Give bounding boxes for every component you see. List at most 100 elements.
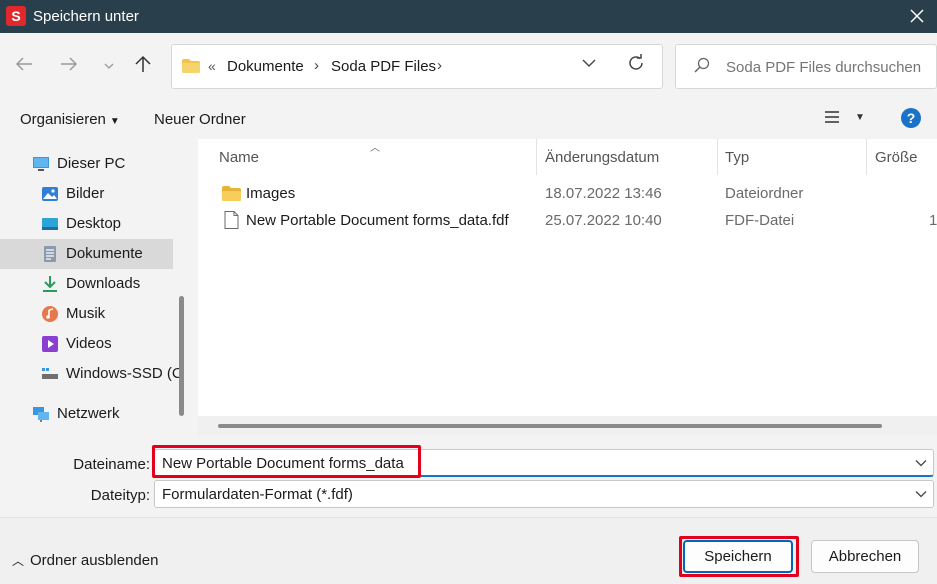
column-divider[interactable] xyxy=(866,139,867,175)
save-form: Dateiname: New Portable Document forms_d… xyxy=(0,435,937,517)
sidebar-item-label: Videos xyxy=(66,335,112,352)
file-type: Dateiordner xyxy=(725,185,804,202)
arrow-right-icon xyxy=(61,57,78,71)
title-bar: S Speichern unter xyxy=(0,0,937,33)
sort-ascending-icon: ︿ xyxy=(370,143,380,154)
sidebar-item-bilder[interactable]: Bilder xyxy=(0,179,173,209)
sidebar-item-videos[interactable]: Videos xyxy=(0,329,173,359)
view-options-button[interactable] xyxy=(824,110,840,129)
sidebar-scrollbar[interactable] xyxy=(179,296,184,416)
sidebar-item-netzwerk[interactable]: Netzwerk xyxy=(0,399,173,429)
chevron-down-icon[interactable] xyxy=(915,487,927,501)
column-divider[interactable] xyxy=(717,139,718,175)
horizontal-scrollbar[interactable] xyxy=(198,416,937,435)
address-bar[interactable]: « Dokumente › Soda PDF Files › xyxy=(171,44,663,89)
pictures-icon xyxy=(42,187,58,201)
sidebar-item-label: Windows-SSD (C xyxy=(66,365,183,382)
organize-button[interactable]: Organisieren ▼ xyxy=(20,111,120,128)
sidebar-item-desktop[interactable]: Desktop xyxy=(0,209,173,239)
search-box[interactable] xyxy=(675,44,937,89)
folder-icon xyxy=(182,59,200,73)
dialog-footer: ︿ Ordner ausblenden Speichern Abbrechen xyxy=(0,517,937,584)
sidebar-item-windows-ssd[interactable]: Windows-SSD (C xyxy=(0,359,183,389)
address-dropdown-button[interactable] xyxy=(582,56,596,71)
up-button[interactable] xyxy=(132,55,154,77)
column-header-date[interactable]: Änderungsdatum xyxy=(545,149,659,166)
close-icon xyxy=(910,9,924,23)
chevron-up-icon: ︿ xyxy=(12,554,25,568)
address-segment-soda-pdf-files[interactable]: Soda PDF Files xyxy=(331,58,436,75)
file-size: 1 xyxy=(929,212,937,229)
file-row-fdf[interactable]: New Portable Document forms_data.fdf 25.… xyxy=(198,207,937,234)
sidebar-item-dieser-pc[interactable]: Dieser PC xyxy=(0,149,173,179)
filename-highlight xyxy=(152,445,421,478)
file-date: 25.07.2022 10:40 xyxy=(545,212,662,229)
computer-icon xyxy=(33,157,49,171)
scrollbar-thumb[interactable] xyxy=(218,424,882,428)
caret-down-icon: ▼ xyxy=(109,116,120,127)
sidebar-item-musik[interactable]: Musik xyxy=(0,299,173,329)
window-title: Speichern unter xyxy=(33,8,139,25)
new-folder-button[interactable]: Neuer Ordner xyxy=(154,111,246,128)
view-options-caret[interactable]: ▼ xyxy=(855,112,865,123)
navigation-bar: « Dokumente › Soda PDF Files › xyxy=(0,33,937,100)
drive-icon xyxy=(42,368,58,379)
download-icon xyxy=(43,276,57,292)
sidebar-item-label: Desktop xyxy=(66,215,122,232)
column-header-name[interactable]: Name xyxy=(219,149,259,166)
arrow-left-icon xyxy=(15,57,32,71)
soda-pdf-logo-icon: S xyxy=(6,6,26,26)
hide-folders-label: Ordner ausblenden xyxy=(30,552,159,569)
address-separator[interactable]: › xyxy=(437,57,442,74)
chevron-down-icon[interactable] xyxy=(915,456,927,470)
sidebar-item-label: Dokumente xyxy=(66,245,143,262)
navigation-pane: Dieser PC Bilder Desktop Dokumente Downl… xyxy=(0,139,189,435)
file-list: ︿ Name Änderungsdatum Typ Größe Images 1… xyxy=(198,139,937,435)
list-view-icon xyxy=(825,111,839,123)
column-header-type[interactable]: Typ xyxy=(725,149,749,166)
help-button[interactable]: ? xyxy=(901,108,921,128)
file-date: 18.07.2022 13:46 xyxy=(545,185,662,202)
save-button[interactable]: Speichern xyxy=(683,540,793,573)
music-icon xyxy=(42,306,58,322)
sidebar-item-downloads[interactable]: Downloads xyxy=(0,269,173,299)
sidebar-item-label: Bilder xyxy=(66,185,105,202)
sidebar-item-label: Dieser PC xyxy=(57,155,126,172)
refresh-icon xyxy=(629,54,643,70)
sidebar-item-label: Musik xyxy=(66,305,106,322)
folder-icon xyxy=(222,186,241,201)
file-icon xyxy=(224,211,239,229)
sidebar-item-label: Netzwerk xyxy=(57,405,120,422)
search-input[interactable] xyxy=(726,59,931,76)
file-name: Images xyxy=(246,185,296,202)
address-overflow[interactable]: « xyxy=(208,58,216,74)
desktop-icon xyxy=(42,218,58,230)
sidebar-item-label: Downloads xyxy=(66,275,141,292)
recent-locations-button[interactable] xyxy=(98,55,120,77)
search-icon xyxy=(694,57,710,73)
filetype-select[interactable]: Formulardaten-Format (*.fdf) xyxy=(154,480,934,508)
hide-folders-toggle[interactable]: ︿ Ordner ausblenden xyxy=(12,552,158,569)
sidebar-item-dokumente[interactable]: Dokumente xyxy=(0,239,173,269)
refresh-button[interactable] xyxy=(627,54,645,78)
close-button[interactable] xyxy=(897,0,937,33)
toolbar: Organisieren ▼ Neuer Ordner ▼ ? xyxy=(0,100,937,139)
file-type: FDF-Datei xyxy=(725,212,795,229)
cancel-button[interactable]: Abbrechen xyxy=(811,540,919,573)
address-segment-dokumente[interactable]: Dokumente xyxy=(227,58,304,75)
chevron-down-icon xyxy=(582,59,596,67)
forward-button[interactable] xyxy=(58,55,80,77)
address-separator[interactable]: › xyxy=(314,57,319,74)
network-icon xyxy=(33,407,49,422)
back-button[interactable] xyxy=(13,55,35,77)
column-header-size[interactable]: Größe xyxy=(875,149,918,166)
arrow-up-icon xyxy=(135,55,151,72)
file-row-images[interactable]: Images 18.07.2022 13:46 Dateiordner xyxy=(198,180,937,207)
organize-label: Organisieren xyxy=(20,111,106,128)
chevron-down-icon xyxy=(104,63,114,69)
documents-icon xyxy=(44,246,56,262)
filetype-label: Dateityp: xyxy=(90,487,150,504)
file-name: New Portable Document forms_data.fdf xyxy=(246,212,509,229)
filename-label: Dateiname: xyxy=(73,456,150,473)
column-divider[interactable] xyxy=(536,139,537,175)
